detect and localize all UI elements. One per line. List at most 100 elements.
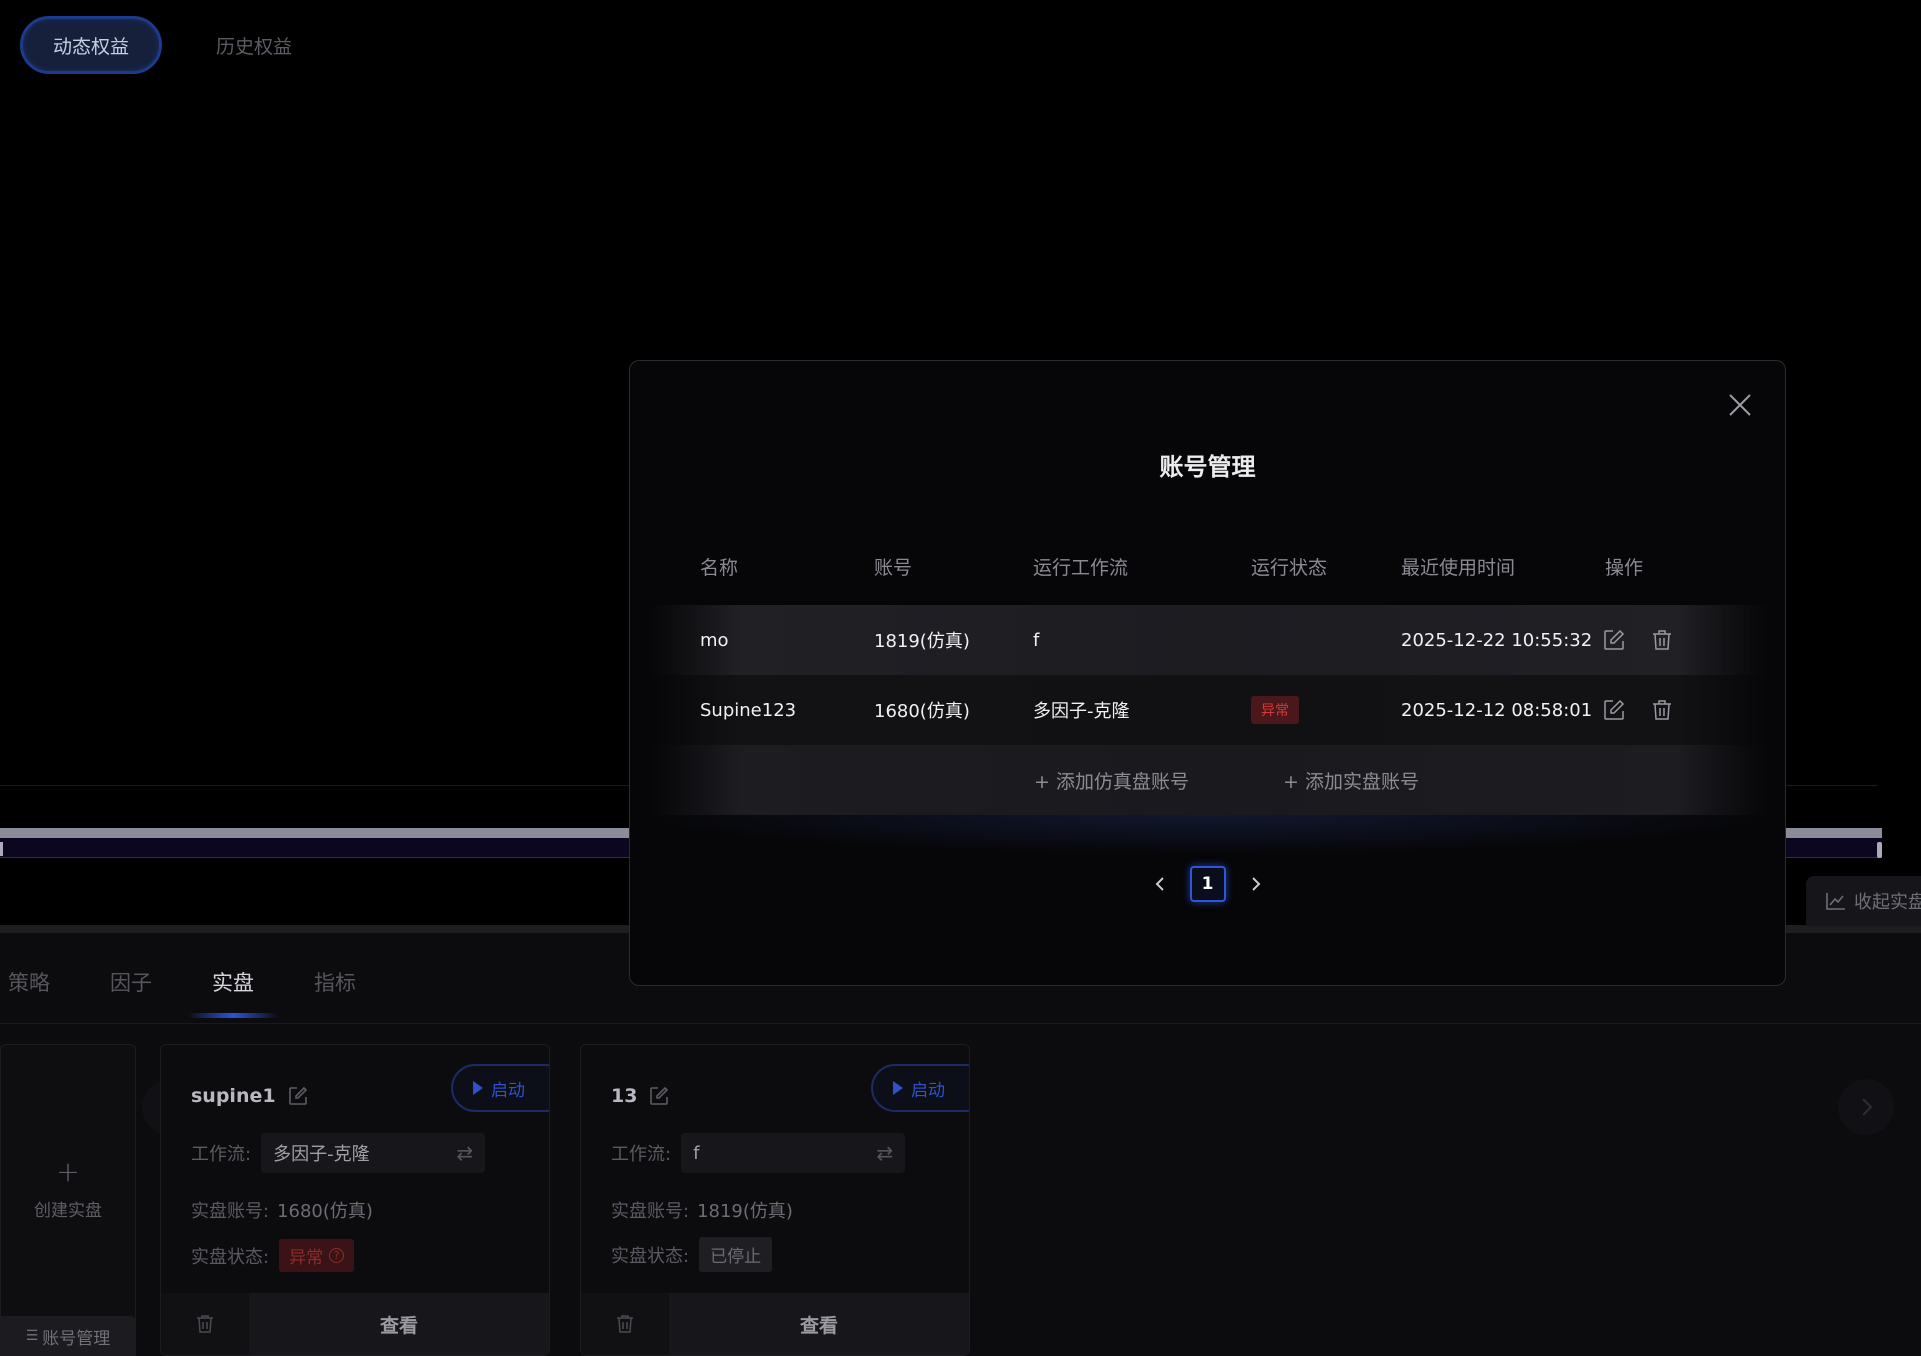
workflow-select[interactable]: f ⇄ — [681, 1133, 906, 1173]
column-header: 最近使用时间 — [1401, 557, 1516, 579]
sub-tabs: 策略 因子 实盘 指标 — [8, 967, 416, 1018]
trash-icon — [1653, 700, 1671, 720]
account-value: 1819(仿真) — [697, 1201, 793, 1222]
add-sim-account-link[interactable]: + 添加仿真盘账号 — [1034, 745, 1189, 815]
prev-page-button[interactable] — [1142, 866, 1178, 902]
row-edit-button[interactable] — [1603, 675, 1625, 745]
create-realtime-card[interactable]: + 创建实盘 — [0, 1044, 136, 1332]
account-row: 实盘账号: 1680(仿真) — [191, 1197, 373, 1223]
bottom-panel: 策略 因子 实盘 指标 + 创建实盘 ☰ 账号管理 supine1 启动 工作流… — [0, 933, 1921, 1356]
edit-icon[interactable] — [288, 1086, 308, 1106]
swap-icon: ⇄ — [876, 1141, 894, 1165]
row-name: mo — [700, 629, 729, 651]
table-row: mo 1819(仿真) f 2025-12-22 10:55:32 — [650, 605, 1767, 675]
workflow-value: f — [693, 1142, 700, 1164]
status-badge: 异常 ? — [279, 1239, 355, 1272]
start-label: 启动 — [911, 1080, 945, 1101]
range-slider-left-handle[interactable] — [0, 842, 3, 856]
row-name: Supine123 — [700, 699, 797, 721]
pagination: 1 — [630, 866, 1785, 902]
row-delete-button[interactable] — [1651, 675, 1673, 745]
table-header: 名称 账号 运行工作流 运行状态 最近使用时间 操作 — [630, 553, 1785, 583]
column-header: 运行工作流 — [1033, 557, 1129, 579]
tab-strategy[interactable]: 策略 — [8, 967, 50, 997]
delete-button[interactable] — [581, 1293, 669, 1355]
table-row: Supine123 1680(仿真) 多因子-克隆 异常 2025-12-12 … — [650, 675, 1767, 745]
chevron-right-icon — [1251, 877, 1260, 891]
column-header: 账号 — [874, 557, 913, 579]
delete-button[interactable] — [161, 1293, 249, 1355]
view-button[interactable]: 查看 — [669, 1293, 969, 1355]
page-number-button[interactable]: 1 — [1189, 866, 1226, 902]
range-slider-right-handle[interactable] — [1877, 842, 1882, 858]
start-label: 启动 — [491, 1080, 525, 1101]
chevron-left-icon — [1155, 877, 1164, 891]
column-header: 名称 — [700, 557, 739, 579]
add-live-account-link[interactable]: + 添加实盘账号 — [1283, 745, 1419, 815]
account-label: 实盘账号: — [191, 1201, 270, 1222]
tab-indicator[interactable]: 指标 — [314, 967, 356, 997]
card-name: supine1 — [191, 1085, 276, 1107]
start-button[interactable]: 启动 — [451, 1064, 549, 1112]
tab-realtime[interactable]: 实盘 — [188, 967, 278, 1018]
tab-dynamic-equity[interactable]: 动态权益 — [20, 16, 163, 74]
add-account-row: + 添加仿真盘账号 + 添加实盘账号 — [650, 745, 1767, 815]
create-realtime-label: 创建实盘 — [34, 1201, 102, 1221]
account-management-modal: 账号管理 名称 账号 运行工作流 运行状态 最近使用时间 操作 mo 1819(… — [629, 360, 1786, 986]
row-status: 异常 — [1251, 675, 1299, 745]
workflow-row: 工作流: f ⇄ — [611, 1133, 906, 1173]
trash-icon — [197, 1315, 213, 1333]
account-value: 1680(仿真) — [277, 1201, 373, 1222]
plus-icon: + — [56, 1155, 80, 1188]
row-edit-button[interactable] — [1603, 605, 1625, 675]
tab-history-equity[interactable]: 历史权益 — [186, 16, 322, 74]
help-icon[interactable]: ? — [329, 1248, 345, 1263]
card-footer: 查看 — [581, 1293, 969, 1355]
next-card-button[interactable] — [1838, 1079, 1894, 1135]
swap-icon: ⇄ — [456, 1141, 474, 1165]
card-footer: 查看 — [161, 1293, 549, 1355]
realtime-card: 13 启动 工作流: f ⇄ 实盘账号: 1819(仿真) 实盘状态: 已停止 … — [580, 1044, 970, 1356]
account-management-label: 账号管理 — [42, 1328, 111, 1349]
edit-icon — [1604, 629, 1625, 650]
view-button[interactable]: 查看 — [249, 1293, 549, 1355]
workflow-row: 工作流: 多因子-克隆 ⇄ — [191, 1133, 486, 1173]
edit-icon[interactable] — [649, 1086, 669, 1106]
row-account: 1819(仿真) — [874, 631, 970, 652]
row-account: 1680(仿真) — [874, 701, 970, 722]
workflow-select[interactable]: 多因子-克隆 ⇄ — [261, 1133, 486, 1173]
collapse-realtime-label: 收起实盘 — [1854, 892, 1921, 913]
equity-tabs: 动态权益 历史权益 — [20, 16, 322, 74]
status-value: 异常 — [289, 1248, 324, 1268]
workflow-label: 工作流: — [611, 1144, 672, 1165]
realtime-card: supine1 启动 工作流: 多因子-克隆 ⇄ 实盘账号: 1680(仿真) — [160, 1044, 550, 1356]
start-button[interactable]: 启动 — [871, 1064, 969, 1112]
status-row: 实盘状态: 异常 ? — [191, 1239, 355, 1272]
list-icon: ☰ — [25, 1328, 39, 1344]
tab-factor[interactable]: 因子 — [110, 967, 152, 997]
row-last-used: 2025-12-12 08:58:01 — [1401, 699, 1593, 721]
workflow-value: 多因子-克隆 — [273, 1144, 370, 1165]
column-header: 操作 — [1605, 557, 1644, 579]
row-delete-button[interactable] — [1651, 605, 1673, 675]
trash-icon — [617, 1315, 633, 1333]
close-icon[interactable] — [1727, 392, 1753, 418]
app-root: 动态权益 历史权益 收起实盘 策略 因子 实盘 指标 + 创建实盘 ☰ 账号管理… — [0, 0, 1921, 1356]
row-workflow: f — [1033, 629, 1040, 651]
column-header: 运行状态 — [1251, 557, 1328, 579]
trash-icon — [1653, 630, 1671, 650]
card-title: supine1 — [191, 1085, 308, 1107]
status-label: 实盘状态: — [611, 1245, 690, 1267]
row-workflow: 多因子-克隆 — [1033, 701, 1130, 722]
line-chart-icon — [1826, 893, 1845, 910]
modal-title: 账号管理 — [1159, 453, 1256, 481]
account-label: 实盘账号: — [611, 1201, 690, 1222]
edit-icon — [1604, 699, 1625, 720]
next-page-button[interactable] — [1238, 866, 1274, 902]
card-title: 13 — [611, 1085, 669, 1107]
play-icon — [893, 1081, 903, 1095]
status-badge: 异常 — [1251, 696, 1299, 724]
collapse-realtime-button[interactable]: 收起实盘 — [1806, 876, 1921, 926]
account-management-button[interactable]: ☰ 账号管理 — [0, 1316, 136, 1356]
status-label: 实盘状态: — [191, 1246, 270, 1268]
